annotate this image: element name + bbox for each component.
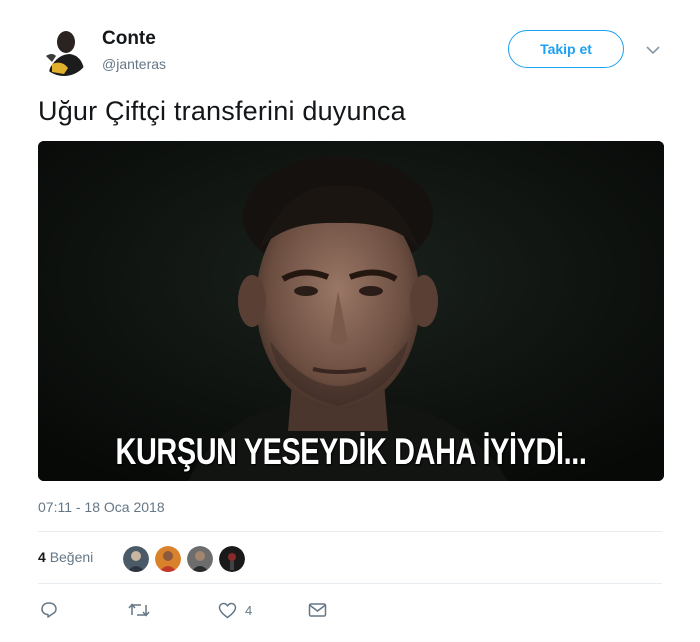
media-caption: KURŞUN YESEYDİK DAHA İYİYDİ... <box>115 431 587 472</box>
user-avatar-icon <box>38 24 90 76</box>
like-button[interactable]: 4 <box>218 600 252 620</box>
retweet-icon <box>128 603 150 617</box>
reply-button[interactable] <box>40 600 58 620</box>
heart-icon <box>218 602 237 618</box>
liker-avatar[interactable] <box>154 545 182 573</box>
direct-message-button[interactable] <box>308 600 327 620</box>
media-photo <box>38 141 664 481</box>
tweet-timestamp[interactable]: 07:11 - 18 Oca 2018 <box>38 499 165 515</box>
divider <box>38 531 662 532</box>
like-summary[interactable]: 4 Beğeni <box>38 549 93 565</box>
retweet-button[interactable] <box>128 600 150 620</box>
like-label: Beğeni <box>49 549 94 565</box>
more-options-button[interactable] <box>643 40 663 60</box>
liker-avatar[interactable] <box>122 545 150 573</box>
like-count: 4 <box>38 549 46 565</box>
user-handle[interactable]: @janteras <box>102 56 166 72</box>
liker-avatar[interactable] <box>186 545 214 573</box>
divider <box>38 583 662 584</box>
like-action-count: 4 <box>245 602 253 618</box>
display-name[interactable]: Conte <box>102 28 156 50</box>
tweet-media[interactable]: KURŞUN YESEYDİK DAHA İYİYDİ... <box>38 141 664 481</box>
tweet-text: Uğur Çiftçi transferini duyunca <box>38 96 406 126</box>
user-avatar[interactable] <box>38 24 90 76</box>
likers-list <box>122 545 246 573</box>
liker-avatar[interactable] <box>218 545 246 573</box>
follow-button[interactable]: Takip et <box>508 30 624 68</box>
reply-icon <box>41 602 57 618</box>
chevron-down-icon <box>646 45 660 54</box>
tweet-card: Conte @janteras Takip et Uğur Çiftçi tra… <box>0 0 700 642</box>
envelope-icon <box>308 603 327 617</box>
